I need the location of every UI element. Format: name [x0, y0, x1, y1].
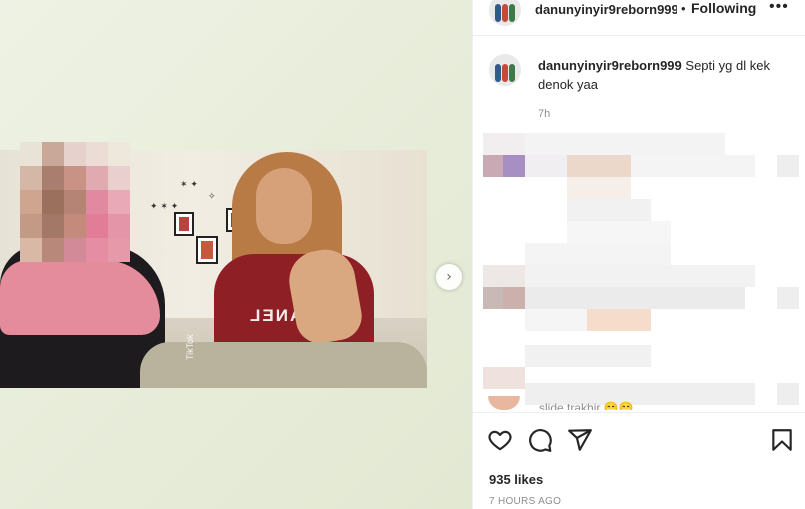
post-media: ✶ ✦ ✦ ✶ ✦ ✧ CHANEL TikTok › [0, 0, 472, 509]
caption-timestamp[interactable]: 7h [538, 108, 550, 120]
more-options-button[interactable]: ••• [769, 0, 789, 16]
bookmark-icon[interactable] [769, 427, 795, 453]
post-caption: danunyinyir9reborn999 Septi yg dl kek de… [538, 56, 788, 94]
post-details: danunyinyir9reborn999 • Following ••• da… [472, 0, 805, 509]
butterfly-decoration: ✧ [208, 192, 216, 202]
wall-photo [196, 236, 218, 264]
likes-count[interactable]: 935 likes [489, 472, 543, 487]
chevron-right-icon: › [446, 269, 452, 285]
crossed-legs [140, 342, 427, 388]
separator-dot: • [681, 1, 686, 16]
censor-mosaic [20, 142, 130, 262]
girl-face [256, 168, 312, 244]
wall-photo [174, 212, 194, 236]
share-icon[interactable] [567, 427, 593, 453]
caption-username[interactable]: danunyinyir9reborn999 [538, 58, 682, 73]
heart-icon[interactable] [487, 427, 513, 453]
left-person-scarf [0, 260, 160, 335]
author-username[interactable]: danunyinyir9reborn999 [535, 2, 677, 17]
post-timestamp[interactable]: 7 HOURS AGO [489, 496, 561, 507]
tiktok-watermark: TikTok [185, 334, 195, 360]
next-slide-button[interactable]: › [436, 264, 462, 290]
author-avatar[interactable] [489, 0, 521, 26]
blurred-comments [483, 133, 805, 411]
butterfly-decoration: ✶ ✦ [180, 180, 198, 190]
caption-avatar[interactable] [489, 54, 521, 86]
actions-divider [473, 412, 805, 413]
comment-icon[interactable] [527, 427, 553, 453]
following-button[interactable]: Following [691, 0, 756, 16]
butterfly-decoration: ✦ ✶ ✦ [150, 202, 179, 212]
more-horizontal-icon: ••• [769, 0, 789, 15]
partial-comment: slide trakhir 😁😁 [539, 401, 634, 410]
post-header: danunyinyir9reborn999 • Following ••• [473, 0, 805, 36]
